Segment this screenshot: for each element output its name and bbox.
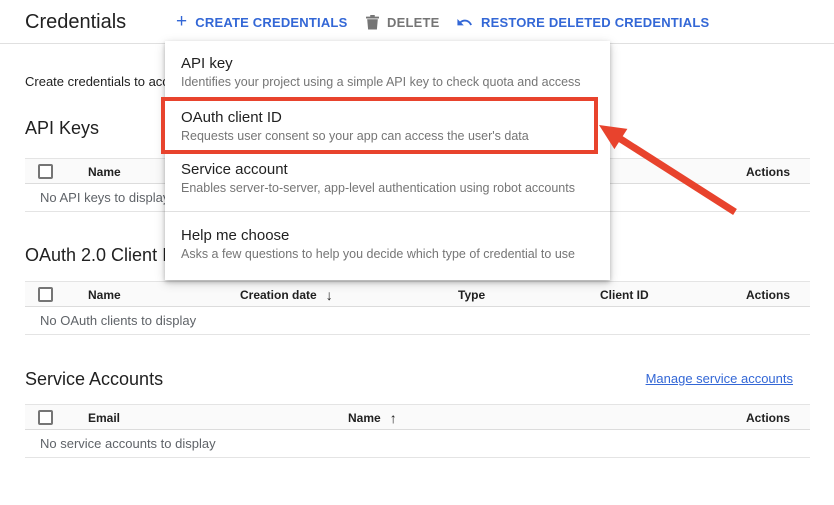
menu-item-description: Asks a few questions to help you decide … bbox=[181, 246, 594, 263]
delete-button[interactable]: DELETE bbox=[366, 0, 439, 44]
plus-icon: + bbox=[176, 12, 187, 31]
sort-ascending-icon[interactable]: ↑ bbox=[390, 405, 397, 431]
empty-row: No service accounts to display bbox=[25, 430, 810, 458]
menu-item-title: OAuth client ID bbox=[181, 107, 594, 128]
empty-row: No OAuth clients to display bbox=[25, 307, 810, 335]
empty-text: No OAuth clients to display bbox=[40, 313, 196, 328]
menu-item-title: API key bbox=[181, 53, 594, 74]
column-header-creation-date[interactable]: Creation date ↓ bbox=[240, 282, 333, 308]
menu-item-help-me-choose[interactable]: Help me choose Asks a few questions to h… bbox=[165, 225, 610, 263]
sort-descending-icon[interactable]: ↓ bbox=[326, 282, 333, 308]
menu-item-api-key[interactable]: API key Identifies your project using a … bbox=[165, 53, 610, 91]
menu-divider bbox=[165, 211, 610, 212]
manage-service-accounts-link[interactable]: Manage service accounts bbox=[646, 371, 793, 386]
menu-item-description: Enables server-to-server, app-level auth… bbox=[181, 180, 594, 197]
delete-label: DELETE bbox=[387, 15, 439, 30]
section-title-service-accounts: Service Accounts bbox=[25, 369, 163, 390]
create-credentials-button[interactable]: + CREATE CREDENTIALS bbox=[176, 0, 347, 44]
service-accounts-table-header: Email Name ↑ Actions bbox=[25, 404, 810, 430]
service-accounts-table: Email Name ↑ Actions No service accounts… bbox=[25, 404, 810, 458]
select-all-checkbox[interactable] bbox=[38, 410, 53, 425]
menu-item-service-account[interactable]: Service account Enables server-to-server… bbox=[165, 159, 610, 197]
select-all-checkbox[interactable] bbox=[38, 164, 53, 179]
column-header-name[interactable]: Name bbox=[88, 282, 121, 308]
toolbar: Credentials + CREATE CREDENTIALS DELETE … bbox=[0, 0, 834, 44]
credentials-page: Credentials + CREATE CREDENTIALS DELETE … bbox=[0, 0, 834, 505]
section-title-api-keys: API Keys bbox=[25, 118, 99, 139]
restore-deleted-credentials-button[interactable]: RESTORE DELETED CREDENTIALS bbox=[456, 0, 709, 44]
empty-text: No service accounts to display bbox=[40, 436, 216, 451]
menu-item-title: Service account bbox=[181, 159, 594, 180]
name-label: Name bbox=[348, 405, 381, 431]
column-header-actions: Actions bbox=[746, 405, 790, 431]
undo-icon bbox=[456, 14, 473, 31]
column-header-name[interactable]: Name ↑ bbox=[348, 405, 397, 431]
oauth-clients-table: Name Creation date ↓ Type Client ID Acti… bbox=[25, 281, 810, 335]
column-header-email[interactable]: Email bbox=[88, 405, 120, 431]
select-all-checkbox[interactable] bbox=[38, 287, 53, 302]
column-header-name[interactable]: Name bbox=[88, 159, 121, 185]
restore-label: RESTORE DELETED CREDENTIALS bbox=[481, 15, 709, 30]
menu-item-description: Requests user consent so your app can ac… bbox=[181, 128, 594, 145]
column-header-actions: Actions bbox=[746, 282, 790, 308]
menu-item-oauth-client-id[interactable]: OAuth client ID Requests user consent so… bbox=[165, 107, 610, 145]
column-header-type[interactable]: Type bbox=[458, 282, 485, 308]
menu-item-title: Help me choose bbox=[181, 225, 594, 246]
oauth-table-header: Name Creation date ↓ Type Client ID Acti… bbox=[25, 281, 810, 307]
empty-text: No API keys to display bbox=[40, 190, 169, 205]
column-header-client-id[interactable]: Client ID bbox=[600, 282, 649, 308]
create-credentials-menu: API key Identifies your project using a … bbox=[165, 41, 610, 280]
column-header-actions: Actions bbox=[746, 159, 790, 185]
creation-date-label: Creation date bbox=[240, 282, 317, 308]
create-credentials-label: CREATE CREDENTIALS bbox=[195, 15, 347, 30]
menu-item-description: Identifies your project using a simple A… bbox=[181, 74, 594, 91]
trash-icon bbox=[366, 15, 379, 30]
page-title: Credentials bbox=[25, 0, 126, 44]
